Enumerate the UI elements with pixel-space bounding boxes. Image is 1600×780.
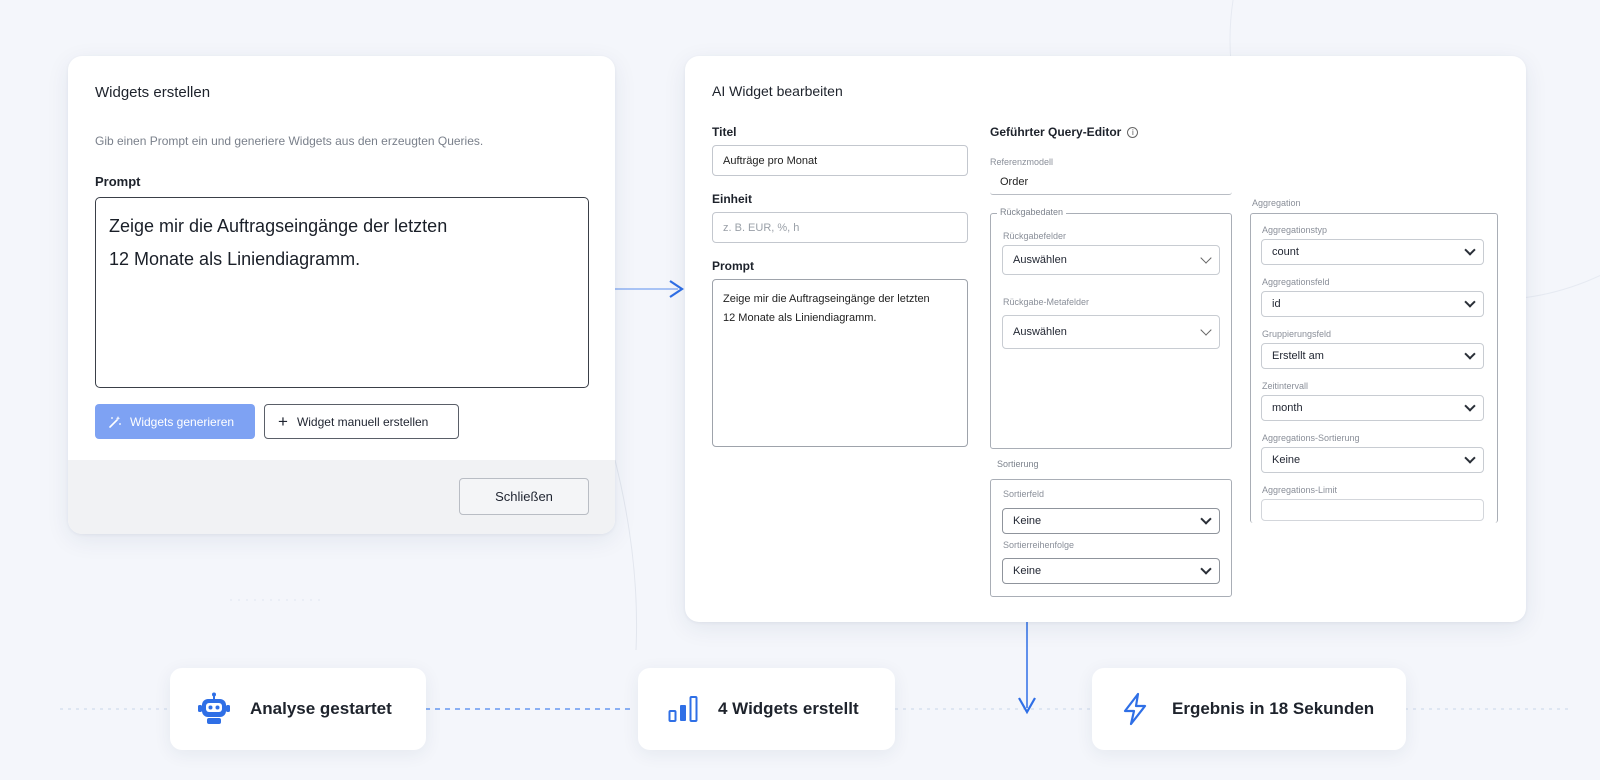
query-editor-label: Geführter Query-Editor i	[990, 125, 1139, 139]
return-meta-label: Rückgabe-Metafelder	[1003, 297, 1090, 307]
return-meta-value: Auswählen	[1013, 326, 1067, 338]
chevron-down-icon	[1200, 324, 1212, 336]
status-pill-text: 4 Widgets erstellt	[718, 699, 859, 718]
reference-model-input[interactable]: Order	[990, 169, 1232, 195]
modal-footer: Schließen	[68, 460, 615, 534]
time-interval-select[interactable]: month	[1261, 395, 1484, 421]
sort-field-value: Keine	[1013, 515, 1042, 527]
aggregation-type-select[interactable]: count	[1261, 239, 1484, 265]
aggregation-sort-value: Keine	[1272, 454, 1301, 466]
aggregation-sort-label: Aggregations-Sortierung	[1262, 433, 1360, 443]
unit-input[interactable]: z. B. EUR, %, h	[712, 212, 968, 243]
close-button[interactable]: Schließen	[459, 478, 589, 515]
time-interval-label: Zeitintervall	[1262, 381, 1309, 391]
return-fields-label: Rückgabefelder	[1003, 231, 1067, 241]
status-pill-analysis: Analyse gestartet	[170, 668, 426, 750]
chevron-down-icon	[1200, 513, 1212, 525]
status-pill-widgets: 4 Widgets erstellt	[638, 668, 895, 750]
create-widgets-modal: Widgets erstellen Gib einen Prompt ein u…	[68, 56, 615, 534]
group-field-select[interactable]: Erstellt am	[1261, 343, 1484, 369]
reference-model-label: Referenzmodell	[990, 157, 1054, 167]
aggregation-legend: Aggregation	[1252, 198, 1301, 208]
chevron-down-icon	[1464, 348, 1476, 360]
connector-arrow-down	[1018, 622, 1036, 715]
modal-description: Gib einen Prompt ein und generiere Widge…	[95, 134, 484, 148]
modal-title: Widgets erstellen	[95, 84, 211, 101]
return-meta-select[interactable]: Auswählen	[1002, 315, 1220, 349]
status-pill-text: Ergebnis in 18 Sekunden	[1172, 699, 1375, 718]
prompt-label-right: Prompt	[712, 259, 754, 273]
generate-widgets-button[interactable]: Widgets generieren	[95, 404, 255, 439]
chevron-down-icon	[1200, 252, 1212, 264]
prompt-textarea[interactable]: Zeige mir die Auftragseingänge der letzt…	[95, 197, 589, 388]
ai-widget-editor: AI Widget bearbeiten Titel Aufträge pro …	[685, 56, 1526, 622]
aggregation-field-label: Aggregationsfeld	[1262, 277, 1330, 287]
aggregation-type-label: Aggregationstyp	[1262, 225, 1328, 235]
query-editor-text: Geführter Query-Editor	[990, 125, 1122, 139]
sort-order-label: Sortierreihenfolge	[1003, 540, 1075, 550]
aggregation-field-value: id	[1272, 298, 1281, 310]
editor-title: AI Widget bearbeiten	[712, 83, 843, 99]
plus-icon: +	[278, 412, 288, 431]
connector-arrow-right	[614, 280, 684, 298]
return-fields-value: Auswählen	[1013, 254, 1067, 266]
status-pill-result: Ergebnis in 18 Sekunden	[1092, 668, 1406, 750]
chevron-down-icon	[1464, 452, 1476, 464]
sort-field-select[interactable]: Keine	[1002, 508, 1220, 534]
prompt-textarea-right[interactable]: Zeige mir die Auftragseingänge der letzt…	[712, 279, 968, 447]
title-label: Titel	[712, 125, 737, 139]
chevron-down-icon	[1464, 400, 1476, 412]
group-field-value: Erstellt am	[1272, 350, 1324, 362]
group-field-label: Gruppierungsfeld	[1262, 329, 1332, 339]
chevron-down-icon	[1200, 563, 1212, 575]
sorting-legend: Sortierung	[997, 459, 1039, 469]
bar-chart-icon	[668, 695, 698, 723]
generate-widgets-label: Widgets generieren	[130, 414, 235, 429]
aggregation-field-select[interactable]: id	[1261, 291, 1484, 317]
robot-icon	[196, 692, 232, 726]
sort-order-value: Keine	[1013, 565, 1042, 577]
title-input[interactable]: Aufträge pro Monat	[712, 145, 968, 176]
aggregation-sort-select[interactable]: Keine	[1261, 447, 1484, 473]
status-pill-text: Analyse gestartet	[250, 699, 392, 718]
return-fields-select[interactable]: Auswählen	[1002, 245, 1220, 275]
manual-widget-label: Widget manuell erstellen	[296, 414, 429, 429]
lightning-icon	[1122, 692, 1148, 726]
magic-wand-icon	[109, 415, 121, 428]
chevron-down-icon	[1464, 296, 1476, 308]
aggregation-limit-label: Aggregations-Limit	[1262, 485, 1338, 495]
aggregation-type-value: count	[1272, 246, 1299, 258]
sort-field-label: Sortierfeld	[1003, 489, 1045, 499]
aggregation-limit-input[interactable]	[1261, 499, 1484, 521]
manual-widget-button[interactable]: + Widget manuell erstellen	[264, 404, 459, 439]
time-interval-value: month	[1272, 402, 1303, 414]
prompt-label: Prompt	[95, 174, 141, 189]
return-data-legend: Rückgabedaten	[997, 207, 1067, 217]
chevron-down-icon	[1464, 244, 1476, 256]
info-icon[interactable]: i	[1127, 127, 1139, 138]
unit-label: Einheit	[712, 192, 753, 206]
sort-order-select[interactable]: Keine	[1002, 558, 1220, 584]
